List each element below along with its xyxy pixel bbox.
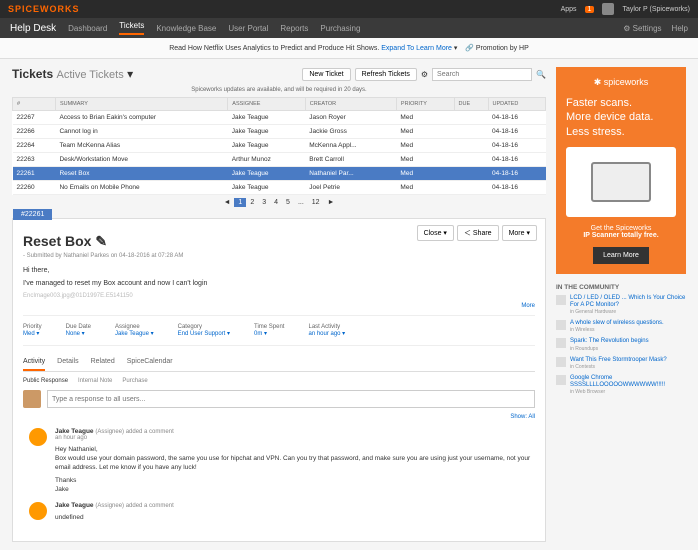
meta-item[interactable]: CategoryEnd User Support ▾ [178,324,230,337]
nav-portal[interactable]: User Portal [228,24,268,33]
community-item[interactable]: LCD / LED / OLED ... Which Is Your Choic… [556,295,686,315]
apps-link[interactable]: Apps [561,6,577,13]
column-header[interactable]: CREATOR [305,98,396,111]
avatar[interactable] [602,3,614,15]
tickets-table: #SUMMARYASSIGNEECREATORPRIORITYDUEUPDATE… [12,97,546,195]
subtab[interactable]: Purchase [122,378,147,384]
search-input[interactable] [432,68,532,81]
nav-dashboard[interactable]: Dashboard [68,24,107,33]
table-row[interactable]: 22260No Emails on Mobile PhoneJake Teagu… [13,181,546,195]
help-link[interactable]: Help [672,24,688,33]
notification-badge[interactable]: 1 [585,6,595,13]
subtab[interactable]: Internal Note [78,378,112,384]
promo-card: ✱ spiceworks Faster scans.More device da… [556,67,686,274]
user-avatar [23,390,41,408]
community-item[interactable]: Want This Free Stormtrooper Mask?in Cont… [556,357,686,370]
subtab[interactable]: Public Response [23,378,68,384]
learn-more-button[interactable]: Learn More [593,247,649,264]
meta-item[interactable]: PriorityMed ▾ [23,324,42,337]
update-message: Spiceworks updates are available, and wi… [12,87,546,93]
settings-link[interactable]: ⚙ Settings [623,24,661,33]
nav-kb[interactable]: Knowledge Base [156,24,216,33]
tab-related[interactable]: Related [91,354,115,371]
community-item[interactable]: A whole slew of wireless questions.in Wi… [556,320,686,333]
promo-logo: ✱ spiceworks [566,77,676,88]
promo-banner: Read How Netflix Uses Analytics to Predi… [0,38,698,59]
page-number[interactable]: ... [294,198,308,207]
module-title: Help Desk [10,23,56,34]
table-row[interactable]: 22264Team McKenna AliasJake TeagueMcKenn… [13,139,546,153]
page-number[interactable]: 2 [246,198,258,207]
meta-item[interactable]: Last Activityan hour ago ▾ [308,324,345,337]
response-input[interactable] [47,390,535,408]
ticket-greeting: Hi there, [23,267,535,274]
community-title: IN THE COMMUNITY [556,284,686,291]
page-title: Tickets Active Tickets ▾ [12,67,133,81]
promo-image [566,147,676,217]
pagination[interactable]: ◄ 12345...12 ► [12,195,546,210]
ticket-id-badge: #22261 [13,209,52,220]
tab-spicecalendar[interactable]: SpiceCalendar [127,354,173,371]
comment-avatar [29,428,47,446]
ticket-body: I've managed to reset my Box account and… [23,280,535,287]
app-logo: SPICEWORKS [8,4,80,14]
nav-tickets[interactable]: Tickets [119,21,144,35]
ticket-attachment: EncImage003.jpg@01D1997E.E5141150 [23,293,535,299]
community-icon [556,320,566,330]
table-row[interactable]: 22263Desk/Workstation MoveArthur MunozBr… [13,153,546,167]
meta-item[interactable]: Time Spent0m ▾ [254,324,284,337]
column-header[interactable]: DUE [454,98,488,111]
column-header[interactable]: ASSIGNEE [228,98,305,111]
tab-activity[interactable]: Activity [23,354,45,371]
comment-avatar [29,502,47,520]
tab-details[interactable]: Details [57,354,78,371]
page-number[interactable]: 1 [234,198,246,207]
settings-icon[interactable]: ⚙ [421,70,428,79]
show-all-link[interactable]: Show: All [23,414,535,420]
column-header[interactable]: PRIORITY [396,98,454,111]
table-row[interactable]: 22267Access to Brian Eakin's computerJak… [13,111,546,125]
community-item[interactable]: Google Chrome SSSSLLLLOOOOOWWWWWW!!!!!in… [556,375,686,395]
community-icon [556,295,566,305]
column-header[interactable]: UPDATED [488,98,545,111]
community-item[interactable]: Spark: The Revolution beginsin Roundups [556,338,686,351]
promo-cta: Get the SpiceworksIP Scanner totally fre… [566,225,676,239]
table-row[interactable]: 22261Reset BoxJake TeagueNathaniel Par..… [13,167,546,181]
meta-item[interactable]: AssigneeJake Teague ▾ [115,324,154,337]
community-icon [556,338,566,348]
page-number[interactable]: 4 [270,198,282,207]
nav-reports[interactable]: Reports [280,24,308,33]
refresh-button[interactable]: Refresh Tickets [355,68,417,81]
share-button[interactable]: ＜ Share [457,225,499,241]
table-row[interactable]: 22266Cannot log inJake TeagueJackie Gros… [13,125,546,139]
page-number[interactable]: 12 [308,198,324,207]
more-link[interactable]: More [23,303,535,309]
meta-item[interactable]: Due DateNone ▾ [66,324,91,337]
comment: Jake Teague (Assignee) added a commentan… [23,428,535,494]
page-number[interactable]: 5 [282,198,294,207]
more-button[interactable]: More ▾ [502,225,537,241]
banner-expand[interactable]: Expand To Learn More [381,45,452,52]
page-number[interactable]: 3 [258,198,270,207]
column-header[interactable]: # [13,98,56,111]
ticket-submitted: - Submitted by Nathaniel Parkes on 04-18… [23,253,535,259]
promo-heading: Faster scans.More device data.Less stres… [566,96,676,139]
comment: Jake Teague (Assignee) added a commentun… [23,502,535,522]
user-name[interactable]: Taylor P (Spiceworks) [622,6,690,13]
column-header[interactable]: SUMMARY [55,98,227,111]
close-button[interactable]: Close ▾ [417,225,454,241]
new-ticket-button[interactable]: New Ticket [302,68,350,81]
community-icon [556,357,566,367]
nav-purchasing[interactable]: Purchasing [320,24,360,33]
community-icon [556,375,566,385]
search-icon[interactable]: 🔍 [536,70,546,79]
